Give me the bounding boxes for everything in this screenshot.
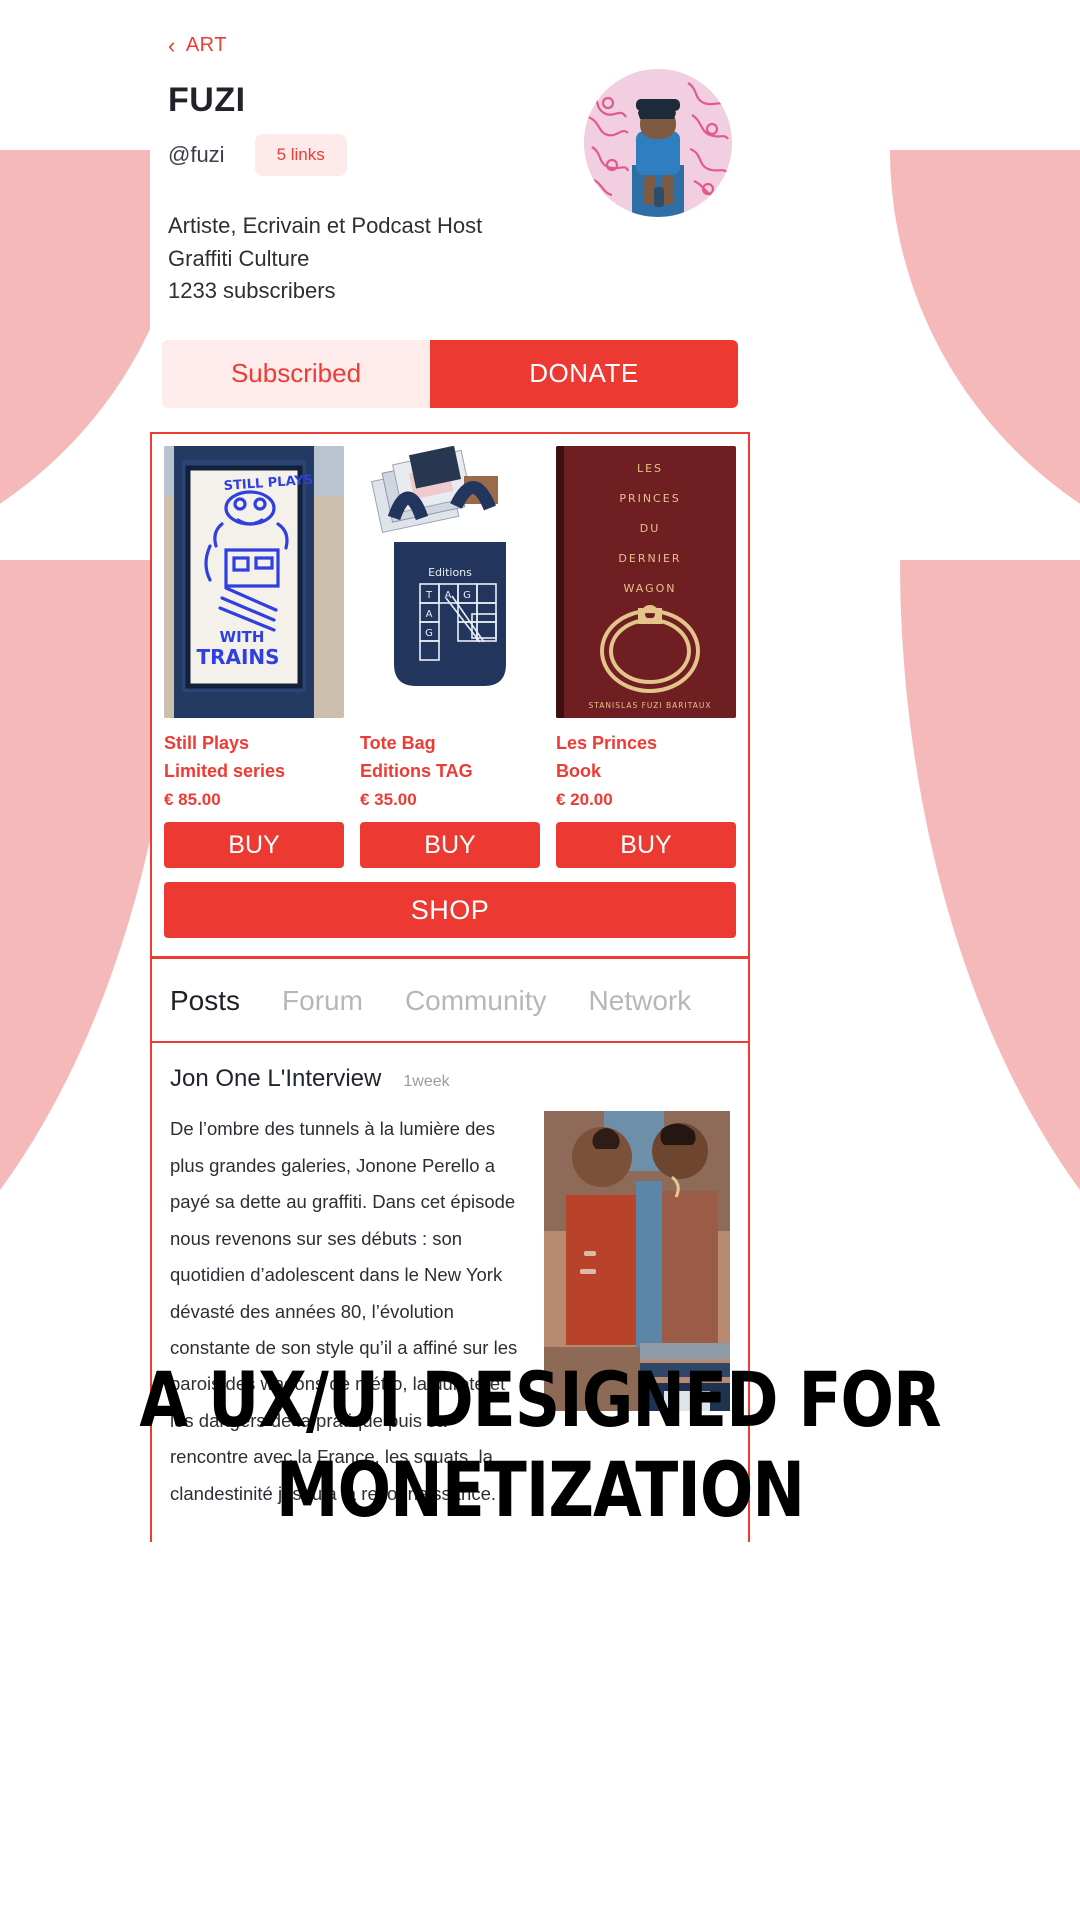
product-price: € 35.00 [360, 790, 417, 810]
screenshot-root: ‹ ART FUZI @fuzi 5 links Artiste, Ecriva… [0, 0, 1080, 1920]
donate-button[interactable]: DONATE [430, 339, 738, 408]
svg-text:DERNIER: DERNIER [618, 552, 681, 565]
buy-button[interactable]: BUY [556, 822, 736, 869]
caption-line-2: MONETIZATION [275, 1444, 805, 1534]
svg-text:TRAINS: TRAINS [196, 645, 279, 669]
product-price: € 85.00 [164, 790, 221, 810]
svg-text:G: G [463, 590, 471, 601]
post-timestamp: 1week [403, 1073, 450, 1091]
tab-forum[interactable]: Forum [282, 985, 363, 1017]
pink-petal-top-right [890, 150, 1080, 580]
back-nav[interactable]: ‹ ART [168, 34, 227, 57]
svg-text:LES: LES [637, 462, 663, 475]
avatar[interactable] [584, 69, 732, 217]
svg-text:PRINCES: PRINCES [619, 492, 680, 505]
product-title-line1: Tote Bag [360, 732, 436, 753]
product-title-line1: Les Princes [556, 732, 658, 753]
shop-button[interactable]: SHOP [164, 882, 736, 939]
buy-button[interactable]: BUY [164, 822, 344, 869]
product-image: LES PRINCES DU DERNIER WAGON STANISLAS F… [556, 445, 736, 718]
product-title-line2: Book [556, 760, 601, 781]
product-title-line2: Limited series [164, 760, 286, 781]
svg-text:A: A [445, 590, 452, 601]
product-card[interactable]: WITH TRAINS STILL PLAYS Still Plays Limi… [164, 445, 344, 869]
product-card[interactable]: LES PRINCES DU DERNIER WAGON STANISLAS F… [556, 445, 736, 869]
svg-text:DU: DU [640, 522, 661, 535]
product-title: Tote Bag Editions TAG [360, 730, 540, 786]
post-header: Jon One L'Interview 1week [170, 1065, 730, 1093]
product-list: WITH TRAINS STILL PLAYS Still Plays Limi… [164, 445, 736, 869]
product-image: Editions T A G A G [360, 445, 540, 718]
tab-community[interactable]: Community [405, 985, 547, 1017]
tab-posts[interactable]: Posts [170, 985, 240, 1017]
back-label: ART [185, 34, 227, 56]
product-title: Still Plays Limited series [164, 730, 344, 786]
avatar-image [584, 69, 732, 217]
profile-header: FUZI @fuzi 5 links [150, 69, 750, 217]
chevron-left-icon: ‹ [168, 32, 176, 58]
profile-handle: @fuzi [168, 142, 225, 167]
phone-mockup-card: ‹ ART FUZI @fuzi 5 links Artiste, Ecriva… [150, 0, 750, 1543]
tab-bar: Posts Forum Community Network [150, 959, 750, 1044]
product-title: Les Princes Book [556, 730, 736, 786]
svg-text:WITH: WITH [220, 628, 265, 646]
product-title-line1: Still Plays [164, 732, 250, 753]
svg-text:WAGON: WAGON [623, 582, 676, 595]
subscribed-button[interactable]: Subscribed [162, 339, 430, 408]
tote-bag-image: Editions T A G A G [360, 445, 540, 718]
action-buttons: Subscribed DONATE [162, 339, 738, 408]
buy-button[interactable]: BUY [360, 822, 540, 869]
links-badge[interactable]: 5 links [254, 134, 347, 176]
pink-petal-bottom-right [900, 560, 1080, 1380]
still-plays-print-image: WITH TRAINS STILL PLAYS [164, 445, 344, 718]
bio-line-2: Graffiti Culture [168, 245, 310, 271]
subscriber-count: 1233 subscribers [168, 278, 336, 304]
post-title: Jon One L'Interview [170, 1065, 382, 1093]
profile-bio: Artiste, Ecrivain et Podcast Host Graffi… [150, 210, 750, 308]
les-princes-book-image: LES PRINCES DU DERNIER WAGON STANISLAS F… [556, 445, 736, 718]
tab-network[interactable]: Network [589, 985, 692, 1017]
product-image: WITH TRAINS STILL PLAYS [164, 445, 344, 718]
svg-text:G: G [425, 628, 433, 639]
product-title-line2: Editions TAG [360, 760, 473, 781]
svg-text:T: T [425, 590, 433, 601]
svg-text:STANISLAS FUZI BARITAUX: STANISLAS FUZI BARITAUX [589, 701, 712, 710]
svg-text:Editions: Editions [428, 566, 472, 579]
product-price: € 20.00 [556, 790, 613, 810]
caption-headline: A UX/UI DESIGNED FOR MONETIZATION [43, 1355, 1037, 1534]
shop-section: WITH TRAINS STILL PLAYS Still Plays Limi… [150, 431, 750, 960]
svg-text:A: A [426, 609, 433, 620]
caption-line-1: A UX/UI DESIGNED FOR [139, 1355, 941, 1444]
product-card[interactable]: Editions T A G A G Tote Bag Editions TAG… [360, 445, 540, 869]
